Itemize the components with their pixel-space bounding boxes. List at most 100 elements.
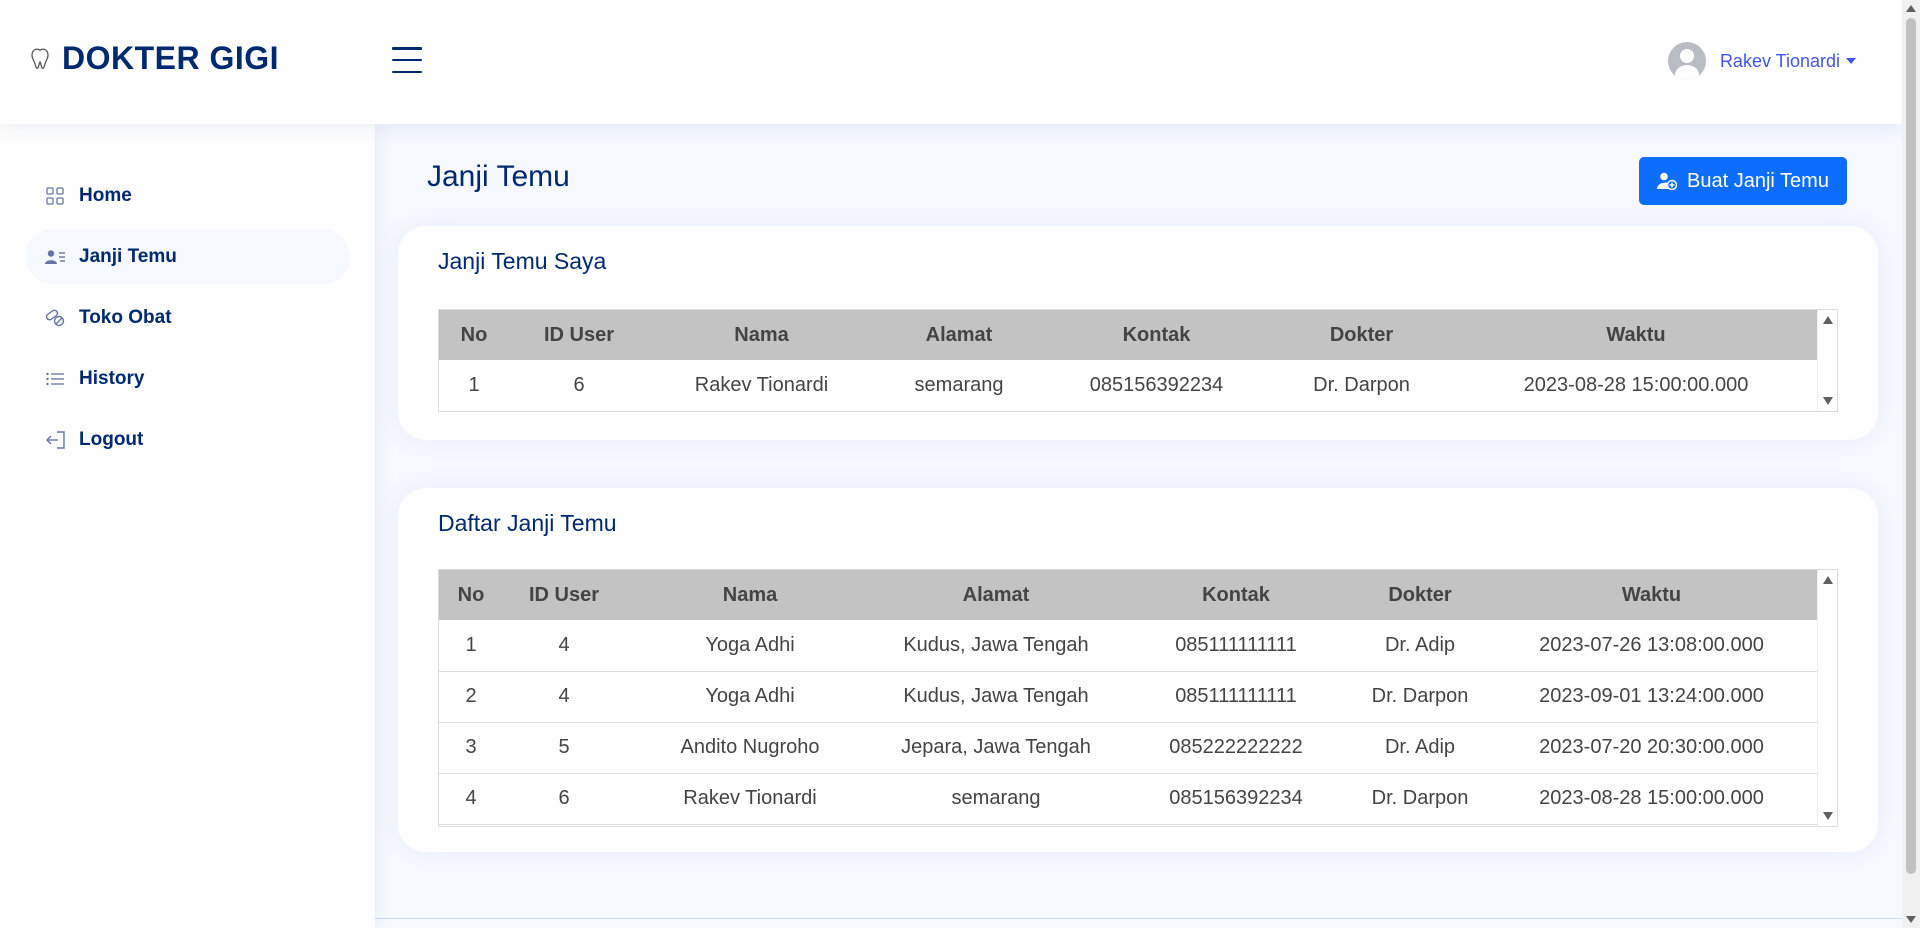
sidebar-item-logout[interactable]: Logout bbox=[25, 412, 350, 467]
cell-alamat: Jepara, Jawa Tengah bbox=[875, 722, 1117, 774]
scroll-down-icon[interactable] bbox=[1823, 812, 1833, 820]
tooth-icon bbox=[31, 48, 49, 69]
grid-icon bbox=[45, 186, 65, 206]
scroll-up-icon[interactable] bbox=[1823, 316, 1833, 324]
cell-nama: Andito Nugroho bbox=[625, 722, 875, 774]
cell-waktu: 2023-07-20 20:30:00.000 bbox=[1485, 722, 1818, 774]
cell-id-user: 6 bbox=[503, 773, 625, 825]
scroll-down-icon[interactable] bbox=[1823, 397, 1833, 405]
cell-alamat: semarang bbox=[874, 360, 1044, 411]
top-header: DOKTER GIGI Rakev Tionardi bbox=[0, 0, 1902, 124]
table-row[interactable]: 4 6 Rakev Tionardi semarang 085156392234… bbox=[439, 773, 1818, 825]
user-add-icon bbox=[1657, 172, 1678, 190]
logo[interactable]: DOKTER GIGI bbox=[30, 40, 279, 77]
column-header: Waktu bbox=[1485, 570, 1818, 620]
scroll-down-icon[interactable] bbox=[1906, 916, 1916, 923]
cell-dokter: Dr. Darpon bbox=[1355, 773, 1485, 825]
sidebar-item-label: Toko Obat bbox=[79, 306, 172, 328]
table-scrollbar[interactable] bbox=[1817, 570, 1837, 826]
cell-id-user: 4 bbox=[503, 671, 625, 723]
sidebar-toggle-button[interactable] bbox=[392, 47, 422, 73]
sidebar-item-label: History bbox=[79, 367, 145, 389]
table-row[interactable]: 3 5 Andito Nugroho Jepara, Jawa Tengah 0… bbox=[439, 722, 1818, 774]
cell-no: 1 bbox=[439, 620, 503, 672]
chevron-down-icon bbox=[1846, 58, 1856, 64]
all-appointments-table: No ID User Nama Alamat Kontak Dokter Wak… bbox=[439, 570, 1818, 825]
sidebar-item-toko-obat[interactable]: Toko Obat bbox=[25, 290, 350, 345]
sidebar-item-history[interactable]: History bbox=[25, 351, 350, 406]
sidebar-item-label: Janji Temu bbox=[79, 245, 177, 267]
cell-nama: Rakev Tionardi bbox=[649, 360, 874, 411]
column-header: Waktu bbox=[1454, 310, 1818, 360]
cell-kontak: 085156392234 bbox=[1117, 773, 1355, 825]
profile-name: Rakev Tionardi bbox=[1719, 50, 1840, 71]
logout-icon bbox=[45, 430, 65, 450]
sidebar-item-janji-temu[interactable]: Janji Temu bbox=[25, 229, 350, 284]
cell-alamat: semarang bbox=[875, 773, 1117, 825]
cell-waktu: 2023-07-26 13:08:00.000 bbox=[1485, 620, 1818, 672]
cell-kontak: 085222222222 bbox=[1117, 722, 1355, 774]
cell-dokter: Dr. Adip bbox=[1355, 722, 1485, 774]
cell-kontak: 085111111111 bbox=[1117, 620, 1355, 672]
table-scrollbar[interactable] bbox=[1817, 310, 1837, 411]
column-header: Dokter bbox=[1269, 310, 1454, 360]
list-icon bbox=[45, 369, 65, 389]
cell-nama: Yoga Adhi bbox=[625, 671, 875, 723]
create-appointment-button[interactable]: Buat Janji Temu bbox=[1639, 157, 1847, 205]
sidebar-item-label: Home bbox=[79, 184, 132, 206]
cell-dokter: Dr. Darpon bbox=[1269, 360, 1454, 411]
cell-nama: Rakev Tionardi bbox=[625, 773, 875, 825]
column-header: No bbox=[439, 310, 509, 360]
cell-kontak: 085156392234 bbox=[1044, 360, 1269, 411]
cell-kontak: 085111111111 bbox=[1117, 671, 1355, 723]
cell-nama: Yoga Adhi bbox=[625, 620, 875, 672]
column-header: Nama bbox=[625, 570, 875, 620]
column-header: ID User bbox=[509, 310, 649, 360]
cell-no: 4 bbox=[439, 773, 503, 825]
table-row[interactable]: 2 4 Yoga Adhi Kudus, Jawa Tengah 0851111… bbox=[439, 671, 1818, 723]
cell-waktu: 2023-08-28 15:00:00.000 bbox=[1485, 773, 1818, 825]
cell-no: 3 bbox=[439, 722, 503, 774]
cell-id-user: 4 bbox=[503, 620, 625, 672]
cell-id-user: 6 bbox=[509, 360, 649, 411]
my-appointments-card: Janji Temu Saya No ID User Nama Alamat K… bbox=[398, 226, 1878, 440]
pills-icon bbox=[45, 308, 65, 328]
table-header-row: No ID User Nama Alamat Kontak Dokter Wak… bbox=[439, 310, 1818, 360]
sidebar-item-home[interactable]: Home bbox=[25, 168, 350, 223]
scroll-up-icon[interactable] bbox=[1823, 576, 1833, 584]
column-header: No bbox=[439, 570, 503, 620]
hamburger-icon bbox=[392, 47, 422, 50]
all-appointments-card: Daftar Janji Temu No ID User Nama Alamat… bbox=[398, 488, 1878, 852]
column-header: Alamat bbox=[875, 570, 1117, 620]
column-header: Alamat bbox=[874, 310, 1044, 360]
cell-waktu: 2023-08-28 15:00:00.000 bbox=[1454, 360, 1818, 411]
cell-alamat: Kudus, Jawa Tengah bbox=[875, 620, 1117, 672]
sidebar-nav: Home Janji Temu Toko Obat History Logout bbox=[0, 124, 375, 467]
my-appointments-table-container[interactable]: No ID User Nama Alamat Kontak Dokter Wak… bbox=[438, 309, 1838, 412]
table-header-row: No ID User Nama Alamat Kontak Dokter Wak… bbox=[439, 570, 1818, 620]
cell-dokter: Dr. Adip bbox=[1355, 620, 1485, 672]
footer-divider bbox=[375, 918, 1902, 919]
cell-no: 1 bbox=[439, 360, 509, 411]
page-scrollbar[interactable] bbox=[1902, 0, 1920, 928]
column-header: Kontak bbox=[1044, 310, 1269, 360]
cell-alamat: Kudus, Jawa Tengah bbox=[875, 671, 1117, 723]
table-row[interactable]: 1 6 Rakev Tionardi semarang 085156392234… bbox=[439, 360, 1818, 411]
card-title: Janji Temu Saya bbox=[438, 248, 607, 274]
scroll-up-icon[interactable] bbox=[1906, 5, 1916, 12]
avatar bbox=[1667, 42, 1706, 80]
all-appointments-table-container[interactable]: No ID User Nama Alamat Kontak Dokter Wak… bbox=[438, 569, 1838, 827]
cell-no: 2 bbox=[439, 671, 503, 723]
create-appointment-label: Buat Janji Temu bbox=[1687, 169, 1829, 192]
profile-dropdown[interactable]: Rakev Tionardi bbox=[1667, 42, 1856, 80]
column-header: ID User bbox=[503, 570, 625, 620]
cell-waktu: 2023-09-01 13:24:00.000 bbox=[1485, 671, 1818, 723]
page-title: Janji Temu bbox=[427, 160, 570, 193]
cell-dokter: Dr. Darpon bbox=[1355, 671, 1485, 723]
column-header: Kontak bbox=[1117, 570, 1355, 620]
cell-id-user: 5 bbox=[503, 722, 625, 774]
table-row[interactable]: 1 4 Yoga Adhi Kudus, Jawa Tengah 0851111… bbox=[439, 620, 1818, 672]
column-header: Nama bbox=[649, 310, 874, 360]
scrollbar-thumb[interactable] bbox=[1906, 18, 1916, 874]
app-title: DOKTER GIGI bbox=[62, 40, 280, 76]
